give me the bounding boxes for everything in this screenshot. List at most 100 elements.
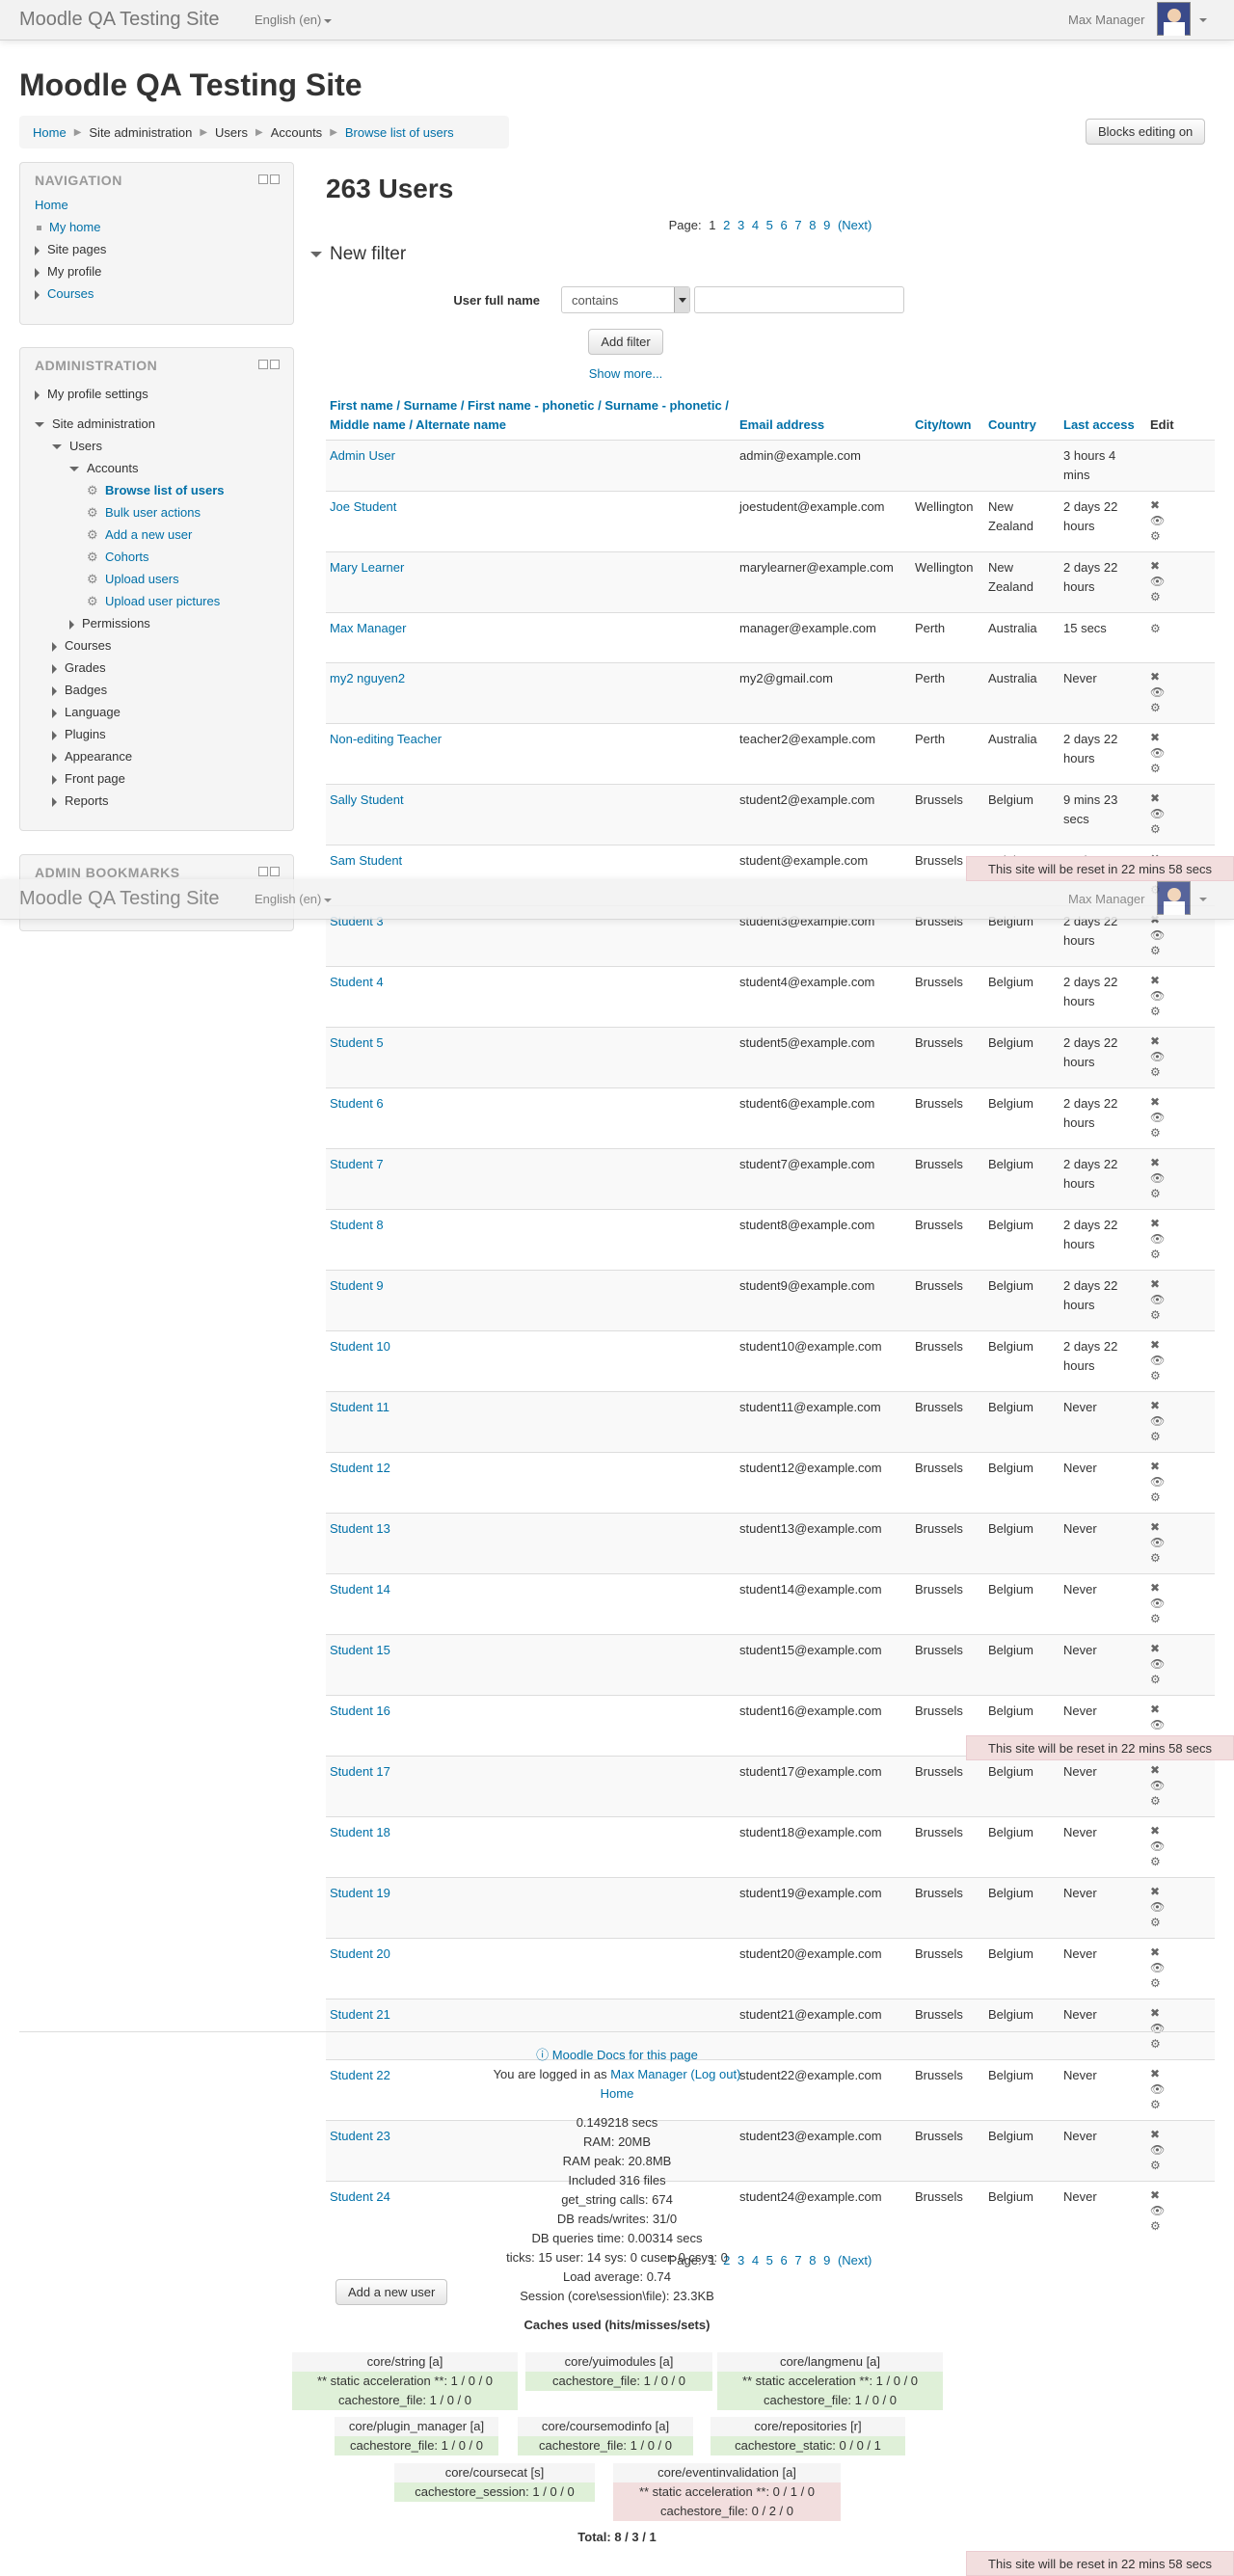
user-name-cell-text[interactable]: Student 16 bbox=[330, 1704, 390, 1718]
delete-icon[interactable]: ✖ bbox=[1150, 1885, 1160, 1898]
page-link[interactable]: 8 bbox=[809, 218, 816, 232]
suspend-eye-icon[interactable]: 👁 bbox=[1150, 1597, 1165, 1610]
delete-icon[interactable]: ✖ bbox=[1150, 1703, 1160, 1716]
page-link[interactable]: 2 bbox=[723, 218, 730, 232]
user-name-cell-text[interactable]: my2 nguyen2 bbox=[330, 671, 405, 685]
breadcrumb-home[interactable]: Home bbox=[33, 125, 67, 140]
page-link[interactable]: 5 bbox=[766, 218, 773, 232]
suspend-eye-icon[interactable]: 👁 bbox=[1150, 1657, 1165, 1671]
delete-icon[interactable]: ✖ bbox=[1150, 670, 1160, 684]
show-more-link[interactable]: Show more... bbox=[589, 366, 663, 381]
language-menu[interactable]: English (en) bbox=[255, 892, 333, 906]
delete-icon[interactable]: ✖ bbox=[1150, 1156, 1160, 1169]
nav-item-site-pages[interactable]: Site pages bbox=[47, 242, 106, 256]
suspend-eye-icon[interactable]: 👁 bbox=[1150, 575, 1165, 588]
admin-item-browse-users[interactable]: Browse list of users bbox=[105, 483, 225, 497]
expand-icon[interactable] bbox=[35, 289, 40, 300]
delete-icon[interactable]: ✖ bbox=[1150, 1460, 1160, 1473]
delete-icon[interactable]: ✖ bbox=[1150, 1520, 1160, 1534]
collapse-arrow-icon[interactable] bbox=[35, 422, 44, 428]
admin-item-upload-users[interactable]: Upload users bbox=[105, 572, 179, 586]
column-header-email[interactable]: Email address bbox=[736, 392, 911, 441]
expand-icon[interactable] bbox=[69, 619, 74, 630]
collapse-icon[interactable] bbox=[270, 867, 280, 876]
suspend-eye-icon[interactable]: 👁 bbox=[1150, 807, 1165, 820]
gear-icon[interactable]: ⚙ bbox=[1150, 622, 1161, 635]
expand-icon[interactable] bbox=[35, 389, 40, 400]
expand-icon[interactable] bbox=[52, 685, 57, 696]
suspend-eye-icon[interactable]: 👁 bbox=[1150, 1354, 1165, 1367]
admin-item-reports[interactable]: Reports bbox=[65, 793, 109, 808]
gear-icon[interactable]: ⚙ bbox=[1150, 1612, 1161, 1625]
gear-icon[interactable]: ⚙ bbox=[1150, 1369, 1161, 1382]
user-menu-name[interactable]: Max Manager bbox=[1068, 892, 1144, 906]
gear-icon[interactable]: ⚙ bbox=[1150, 1794, 1161, 1808]
gear-icon[interactable]: ⚙ bbox=[1150, 1126, 1161, 1140]
user-name-cell-text[interactable]: Student 18 bbox=[330, 1825, 390, 1839]
user-name-cell-text[interactable]: Max Manager bbox=[330, 621, 406, 635]
suspend-eye-icon[interactable]: 👁 bbox=[1150, 1961, 1165, 1974]
page-link[interactable]: 6 bbox=[781, 218, 788, 232]
gear-icon[interactable]: ⚙ bbox=[1150, 1430, 1161, 1443]
delete-icon[interactable]: ✖ bbox=[1150, 1824, 1160, 1838]
admin-item-profile-settings[interactable]: My profile settings bbox=[47, 387, 148, 401]
suspend-eye-icon[interactable]: 👁 bbox=[1150, 1900, 1165, 1914]
user-name-cell-text[interactable]: Mary Learner bbox=[330, 560, 404, 575]
expand-icon[interactable] bbox=[52, 708, 57, 718]
delete-icon[interactable]: ✖ bbox=[1150, 792, 1160, 805]
admin-item-site-admin[interactable]: Site administration bbox=[52, 416, 155, 431]
nav-item-my-home[interactable]: My home bbox=[49, 220, 100, 234]
suspend-eye-icon[interactable]: 👁 bbox=[1150, 1475, 1165, 1489]
user-name-cell-text[interactable]: Student 10 bbox=[330, 1339, 390, 1354]
gear-icon[interactable]: ⚙ bbox=[1150, 1916, 1161, 1929]
gear-icon[interactable]: ⚙ bbox=[1150, 1005, 1161, 1018]
suspend-eye-icon[interactable]: 👁 bbox=[1150, 2022, 1165, 2035]
breadcrumb-browse-users[interactable]: Browse list of users bbox=[345, 125, 454, 140]
expand-icon[interactable] bbox=[52, 774, 57, 785]
admin-item-add-user[interactable]: Add a new user bbox=[105, 527, 192, 542]
user-name-cell-text[interactable]: Sam Student bbox=[330, 853, 402, 868]
user-name-cell-text[interactable]: Sally Student bbox=[330, 792, 404, 807]
blocks-editing-button[interactable]: Blocks editing on bbox=[1086, 119, 1206, 145]
admin-item-permissions[interactable]: Permissions bbox=[82, 616, 150, 631]
user-name-cell-text[interactable]: Student 8 bbox=[330, 1218, 384, 1232]
delete-icon[interactable]: ✖ bbox=[1150, 1277, 1160, 1291]
page-link[interactable]: 9 bbox=[823, 218, 830, 232]
avatar[interactable] bbox=[1157, 2, 1191, 36]
breadcrumb-accounts[interactable]: Accounts bbox=[271, 125, 322, 140]
dock-icon[interactable] bbox=[258, 174, 268, 184]
delete-icon[interactable]: ✖ bbox=[1150, 974, 1160, 987]
suspend-eye-icon[interactable]: 👁 bbox=[1150, 514, 1165, 527]
user-name-cell-text[interactable]: Student 15 bbox=[330, 1643, 390, 1657]
gear-icon[interactable]: ⚙ bbox=[1150, 1187, 1161, 1200]
user-name-cell-text[interactable]: Student 21 bbox=[330, 2007, 390, 2022]
admin-item-plugins[interactable]: Plugins bbox=[65, 727, 106, 741]
suspend-eye-icon[interactable]: 👁 bbox=[1150, 1293, 1165, 1306]
expand-icon[interactable] bbox=[35, 267, 40, 278]
user-name-cell-text[interactable]: Admin User bbox=[330, 448, 395, 463]
gear-icon[interactable]: ⚙ bbox=[1150, 590, 1161, 604]
user-name-cell-text[interactable]: Student 14 bbox=[330, 1582, 390, 1597]
admin-item-appearance[interactable]: Appearance bbox=[65, 749, 132, 764]
user-name-cell-text[interactable]: Student 19 bbox=[330, 1886, 390, 1900]
delete-icon[interactable]: ✖ bbox=[1150, 1338, 1160, 1352]
gear-icon[interactable]: ⚙ bbox=[1150, 1490, 1161, 1504]
delete-icon[interactable]: ✖ bbox=[1150, 731, 1160, 744]
logged-in-user-link[interactable]: Max Manager bbox=[610, 2067, 686, 2081]
gear-icon[interactable]: ⚙ bbox=[1150, 701, 1161, 714]
user-name-cell-text[interactable]: Student 7 bbox=[330, 1157, 384, 1171]
delete-icon[interactable]: ✖ bbox=[1150, 2006, 1160, 2020]
admin-item-grades[interactable]: Grades bbox=[65, 660, 106, 675]
delete-icon[interactable]: ✖ bbox=[1150, 1399, 1160, 1412]
delete-icon[interactable]: ✖ bbox=[1150, 1763, 1160, 1777]
user-menu-name[interactable]: Max Manager bbox=[1068, 13, 1144, 27]
logout-link[interactable]: (Log out) bbox=[690, 2067, 740, 2081]
suspend-eye-icon[interactable]: 👁 bbox=[1150, 1050, 1165, 1063]
user-name-cell-text[interactable]: Student 17 bbox=[330, 1764, 390, 1779]
expand-icon[interactable] bbox=[52, 730, 57, 740]
nav-item-home[interactable]: Home bbox=[35, 198, 68, 212]
delete-icon[interactable]: ✖ bbox=[1150, 1642, 1160, 1655]
dock-icon[interactable] bbox=[258, 360, 268, 369]
delete-icon[interactable]: ✖ bbox=[1150, 1034, 1160, 1048]
site-brand-link[interactable]: Moodle QA Testing Site bbox=[19, 888, 220, 910]
